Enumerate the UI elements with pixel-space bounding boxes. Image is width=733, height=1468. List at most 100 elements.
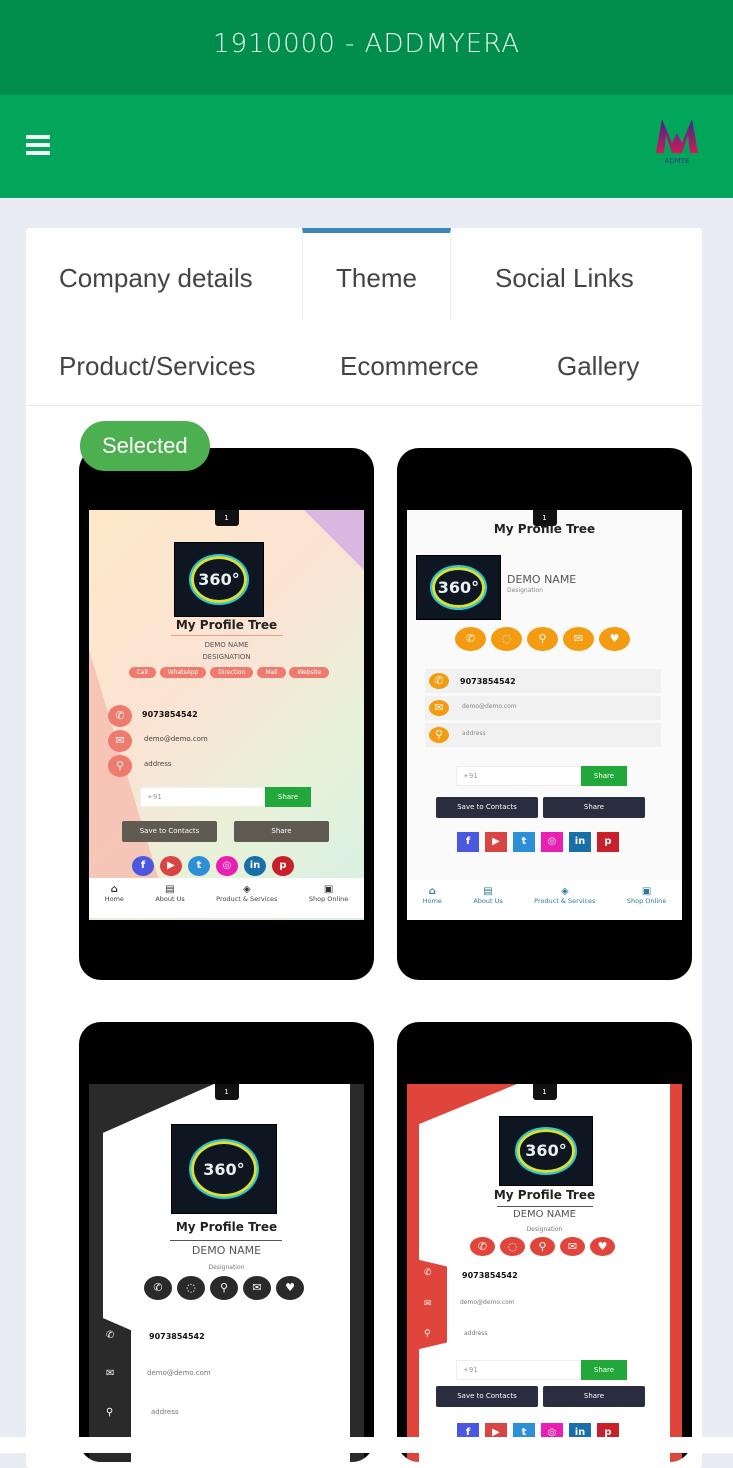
email-text: demo@demo.com bbox=[460, 1299, 515, 1306]
phone-icon: ✆ bbox=[108, 705, 132, 727]
mail-icon[interactable]: ✉ bbox=[563, 627, 594, 651]
whatsapp-pill[interactable]: WhatsApp bbox=[159, 667, 207, 678]
pinterest-icon[interactable]: p bbox=[597, 832, 619, 852]
share-button[interactable]: Share bbox=[234, 821, 329, 842]
tab-theme[interactable]: Theme bbox=[302, 228, 451, 320]
nav-home[interactable]: ⌂ Home bbox=[423, 886, 442, 920]
twitter-icon[interactable]: t bbox=[513, 832, 535, 852]
whatsapp-icon[interactable]: ◌ bbox=[491, 627, 522, 651]
profile-name: DEMO NAME bbox=[513, 1209, 576, 1220]
theme-option-1[interactable]: 1 360° My Profile Tree DEMO NAME DESIGNA… bbox=[79, 448, 374, 980]
theme-preview-dark: 1 360° My Profile Tree DEMO NAME Designa… bbox=[89, 1084, 364, 1462]
nav-about-us[interactable]: ▤ About Us bbox=[473, 886, 502, 920]
profile-title: My Profile Tree bbox=[175, 1220, 278, 1234]
notch: 1 bbox=[532, 1084, 557, 1100]
phone-icon: ✆ bbox=[429, 673, 449, 689]
company-logo: 360° bbox=[416, 555, 501, 620]
profile-designation: Designation bbox=[507, 587, 543, 594]
website-icon[interactable]: ♥ bbox=[276, 1276, 304, 1300]
address-text: address bbox=[144, 760, 172, 768]
save-to-contacts-button[interactable]: Save to Contacts bbox=[436, 797, 538, 818]
nav-products[interactable]: ◈ Product & Services bbox=[534, 886, 595, 920]
whatsapp-number-input[interactable]: +91 bbox=[140, 787, 266, 807]
location-icon[interactable]: ⚲ bbox=[210, 1276, 238, 1300]
tab-social-links[interactable]: Social Links bbox=[495, 263, 634, 294]
theme-preview-orange: 1 My Profile Tree 360° DEMO NAME Designa… bbox=[407, 510, 682, 920]
theme-option-3[interactable]: 1 360° My Profile Tree DEMO NAME Designa… bbox=[79, 1022, 374, 1462]
location-icon[interactable]: ⚲ bbox=[527, 627, 558, 651]
nav-products[interactable]: ◈ Product & Services bbox=[216, 884, 277, 918]
mail-pill[interactable]: Mail bbox=[257, 667, 286, 678]
pinterest-icon[interactable]: p bbox=[272, 856, 294, 876]
website-pill[interactable]: Website bbox=[289, 667, 330, 678]
action-icons: ✆ ◌ ⚲ ✉ ♥ bbox=[144, 1276, 304, 1300]
mail-icon: ✉ bbox=[106, 1368, 115, 1379]
share-button[interactable]: Share bbox=[543, 1386, 645, 1407]
location-icon: ⚲ bbox=[429, 727, 449, 743]
whatsapp-number-input[interactable]: +91 bbox=[456, 766, 582, 786]
whatsapp-share-button[interactable]: Share bbox=[265, 787, 311, 807]
whatsapp-icon[interactable]: ◌ bbox=[500, 1237, 525, 1256]
profile-designation: Designation bbox=[526, 1226, 563, 1233]
phone-icon: ✆ bbox=[424, 1268, 432, 1278]
mail-icon[interactable]: ✉ bbox=[243, 1276, 271, 1300]
whatsapp-icon[interactable]: ◌ bbox=[177, 1276, 205, 1300]
whatsapp-share-button[interactable]: Share bbox=[581, 1360, 627, 1380]
addmyera-logo-icon[interactable]: ADMYE bbox=[650, 113, 704, 167]
facebook-icon[interactable]: f bbox=[132, 856, 154, 876]
call-icon[interactable]: ✆ bbox=[455, 627, 486, 651]
call-icon[interactable]: ✆ bbox=[144, 1276, 172, 1300]
profile-title: My Profile Tree bbox=[175, 618, 278, 632]
twitter-icon[interactable]: t bbox=[188, 856, 210, 876]
location-icon[interactable]: ⚲ bbox=[530, 1237, 555, 1256]
website-icon[interactable]: ♥ bbox=[590, 1237, 615, 1256]
direction-pill[interactable]: Direction bbox=[210, 667, 254, 678]
save-to-contacts-button[interactable]: Save to Contacts bbox=[122, 821, 217, 842]
profile-name: DEMO NAME bbox=[204, 641, 249, 649]
linkedin-icon[interactable]: in bbox=[244, 856, 266, 876]
youtube-icon[interactable]: ▶ bbox=[485, 832, 507, 852]
tab-ecommerce[interactable]: Ecommerce bbox=[340, 351, 479, 382]
website-icon[interactable]: ♥ bbox=[599, 627, 630, 651]
email-text: demo@demo.com bbox=[147, 1369, 211, 1377]
tab-gallery[interactable]: Gallery bbox=[557, 351, 639, 382]
profile-designation: Designation bbox=[208, 1264, 245, 1271]
mail-icon: ✉ bbox=[108, 730, 132, 752]
tab-product-services[interactable]: Product/Services bbox=[59, 351, 256, 382]
phone-number: 9073854542 bbox=[460, 677, 516, 686]
nav-shop-online[interactable]: ▣ Shop Online bbox=[627, 886, 666, 920]
status-bar: 1910000 - ADDMYERA bbox=[0, 0, 733, 95]
youtube-icon[interactable]: ▶ bbox=[160, 856, 182, 876]
theme-option-2[interactable]: 1 My Profile Tree 360° DEMO NAME Designa… bbox=[397, 448, 692, 980]
company-logo: 360° bbox=[171, 1124, 277, 1214]
location-icon: ⚲ bbox=[108, 755, 132, 777]
call-icon[interactable]: ✆ bbox=[470, 1237, 495, 1256]
address-text: address bbox=[151, 1408, 179, 1416]
bottom-edge bbox=[0, 1437, 733, 1453]
phone-number: 9073854542 bbox=[142, 710, 198, 719]
profile-designation: DESIGNATION bbox=[202, 653, 251, 661]
profile-title: My Profile Tree bbox=[493, 1188, 596, 1202]
nav-shop-online[interactable]: ▣ Shop Online bbox=[309, 884, 348, 918]
theme-option-4[interactable]: 1 360° My Profile Tree DEMO NAME Designa… bbox=[397, 1022, 692, 1462]
call-pill[interactable]: Call bbox=[128, 667, 156, 678]
phone-number: 9073854542 bbox=[149, 1332, 205, 1341]
share-button[interactable]: Share bbox=[543, 797, 645, 818]
bottom-nav: ⌂ Home ▤ About Us ◈ Product & Services ▣ Sho… bbox=[89, 878, 364, 918]
hamburger-menu-icon[interactable] bbox=[26, 135, 50, 155]
instagram-icon[interactable]: ◎ bbox=[541, 832, 563, 852]
app-bar: ADMYE bbox=[0, 95, 733, 198]
tab-company-details[interactable]: Company details bbox=[59, 263, 253, 294]
nav-home[interactable]: ⌂ Home bbox=[105, 884, 124, 918]
mail-icon[interactable]: ✉ bbox=[560, 1237, 585, 1256]
address-text: address bbox=[462, 730, 486, 737]
whatsapp-share-button[interactable]: Share bbox=[581, 766, 627, 786]
social-icons: f ▶ t ◎ in p bbox=[457, 832, 619, 852]
nav-about-us[interactable]: ▤ About Us bbox=[155, 884, 184, 918]
linkedin-icon[interactable]: in bbox=[569, 832, 591, 852]
save-to-contacts-button[interactable]: Save to Contacts bbox=[436, 1386, 538, 1407]
tab-bar: Company details Theme Social Links Produ… bbox=[26, 228, 702, 406]
instagram-icon[interactable]: ◎ bbox=[216, 856, 238, 876]
facebook-icon[interactable]: f bbox=[457, 832, 479, 852]
whatsapp-number-input[interactable]: +91 bbox=[456, 1360, 582, 1380]
